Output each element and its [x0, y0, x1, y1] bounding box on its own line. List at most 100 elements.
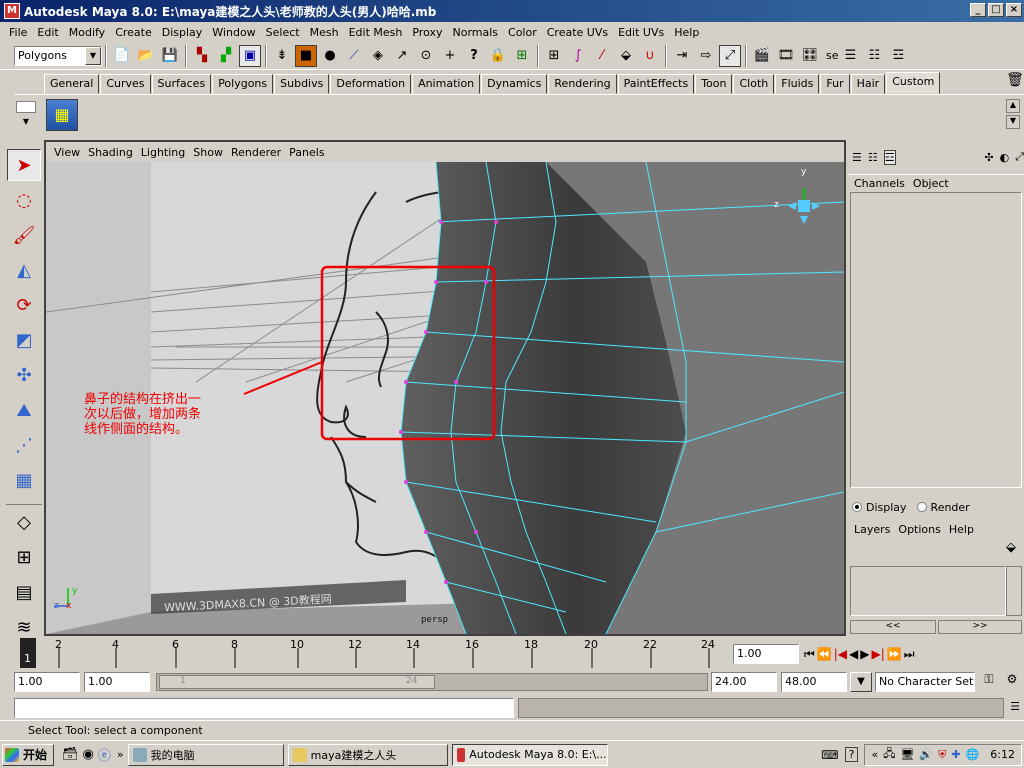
shelf-tab-curves[interactable]: Curves [100, 74, 151, 94]
universal-manipulator-icon[interactable]: ✣ [7, 359, 41, 391]
vp-menu-lighting[interactable]: Lighting [137, 146, 189, 159]
start-time-field[interactable]: 1.00 [14, 672, 80, 692]
go-to-start-icon[interactable]: ⏮ [804, 647, 815, 662]
time-slider[interactable]: 1 2 4 6 8 10 12 14 16 18 20 22 24 [14, 638, 730, 668]
menu-proxy[interactable]: Proxy [407, 26, 447, 39]
auto-key-icon[interactable]: ⚿ [978, 672, 1000, 692]
move-tool-icon[interactable]: ◭ [7, 254, 41, 286]
perspective-viewport[interactable]: View Shading Lighting Show Renderer Pane… [44, 140, 846, 636]
current-time-field[interactable]: 1.00 [733, 644, 799, 664]
menu-mesh[interactable]: Mesh [305, 26, 344, 39]
close-button[interactable]: × [1006, 3, 1022, 17]
menu-file[interactable]: File [4, 26, 32, 39]
render-radio[interactable] [916, 502, 927, 512]
task-my-computer[interactable]: 我的电脑 [127, 743, 284, 766]
open-scene-icon[interactable]: 📂 [135, 45, 157, 67]
layers-menu[interactable]: Layers [854, 523, 890, 536]
step-forward-frame-icon[interactable]: ▶| [872, 647, 885, 661]
select-object-icon[interactable]: ▞ [215, 45, 237, 67]
menu-modify[interactable]: Modify [64, 26, 110, 39]
shelf-tab-subdivs[interactable]: Subdivs [274, 74, 330, 94]
quick-launch-app-icon[interactable]: 🗃 [62, 747, 79, 762]
misc-mask-icon[interactable]: ? [463, 45, 485, 67]
menu-select[interactable]: Select [261, 26, 305, 39]
shelf-tab-cloth[interactable]: Cloth [733, 74, 775, 94]
custom-shelf-tool-icon[interactable]: ▦ [46, 99, 78, 131]
shelf-menu-icon[interactable] [16, 101, 36, 113]
output-ops-icon[interactable]: ⇨ [695, 45, 717, 67]
chevron-down-icon[interactable]: ▼ [85, 46, 101, 65]
show-manipulator-icon[interactable]: ⋰ [7, 429, 41, 461]
network-icon[interactable]: 🖧 [883, 745, 895, 764]
channel-box-icon[interactable]: ☲ [888, 45, 910, 67]
menu-edit-uvs[interactable]: Edit UVs [613, 26, 669, 39]
trash-icon[interactable]: 🗑 [1006, 72, 1024, 92]
vp-menu-show[interactable]: Show [189, 146, 227, 159]
channel-list[interactable] [850, 192, 1022, 488]
menu-display[interactable]: Display [157, 26, 208, 39]
minimize-button[interactable]: _ [970, 3, 986, 17]
scroll-right-button[interactable]: >> [938, 620, 1022, 634]
move-icon[interactable]: ✣ [984, 151, 993, 164]
snap-grid-icon[interactable]: ⊞ [543, 45, 565, 67]
sphere-icon[interactable]: ◐ [1000, 151, 1010, 164]
shelf-tab-toon[interactable]: Toon [695, 74, 733, 94]
shelf-scroll-up-icon[interactable]: ▲ [1006, 99, 1020, 113]
task-folder[interactable]: maya建模之人头 [287, 743, 448, 766]
play-backwards-icon[interactable]: ◀ [849, 647, 858, 661]
highlight-selection-icon[interactable]: ■ [295, 44, 317, 67]
shelf-tab-deformation[interactable]: Deformation [330, 74, 412, 94]
rotate-tool-icon[interactable]: ⟳ [7, 289, 41, 321]
paint-select-tool-icon[interactable]: 🖌 [7, 219, 41, 251]
shelf-tab-painteffects[interactable]: PaintEffects [617, 74, 695, 94]
end-time-field[interactable]: 48.00 [781, 672, 847, 692]
render-frame-icon[interactable]: 🎬 [751, 45, 773, 67]
script-editor-icon[interactable]: ☰ [1006, 700, 1024, 716]
edge-mask-icon[interactable]: ⟋ [343, 45, 365, 67]
clock[interactable]: 6:12 [990, 748, 1015, 761]
uv-mask-icon[interactable]: ↗ [391, 45, 413, 67]
viewcube-center[interactable] [798, 200, 810, 212]
internet-explorer-icon[interactable]: ⓔ [98, 745, 111, 764]
attribute-view-icon[interactable]: ☷ [868, 151, 878, 164]
sidebar-toggle-label[interactable]: se [826, 49, 839, 62]
attribute-editor-icon[interactable]: ☰ [840, 45, 862, 67]
display-radio[interactable] [852, 502, 862, 512]
keyboard-icon[interactable]: ⌨ [821, 748, 838, 762]
menu-window[interactable]: Window [207, 26, 260, 39]
menu-color[interactable]: Color [503, 26, 542, 39]
persp-outliner-layout-icon[interactable]: ▤ [7, 576, 41, 608]
security-icon[interactable]: ✚ [951, 748, 960, 761]
range-slider-track[interactable]: 1 24 [156, 673, 708, 691]
construction-history-icon[interactable]: ⤢ [719, 44, 741, 67]
menu-edit-mesh[interactable]: Edit Mesh [344, 26, 408, 39]
shelf-tab-general[interactable]: General [44, 74, 100, 94]
four-view-layout-icon[interactable]: ⊞ [7, 541, 41, 573]
handle-mask-icon[interactable]: + [439, 45, 461, 67]
object-menu[interactable]: Object [913, 177, 949, 190]
select-by-name-icon[interactable]: ⊞ [511, 45, 533, 67]
tool-settings-icon[interactable]: ☷ [864, 45, 886, 67]
select-component-icon[interactable]: ▣ [239, 44, 261, 67]
task-maya[interactable]: Autodesk Maya 8.0: E:\... [451, 743, 608, 766]
shelf-tab-polygons[interactable]: Polygons [212, 74, 274, 94]
start-button[interactable]: 开始 [2, 743, 55, 766]
render-globals-icon[interactable]: 🎛 [799, 45, 821, 67]
step-back-frame-icon[interactable]: |◀ [834, 647, 847, 661]
shelf-tab-hair[interactable]: Hair [850, 74, 886, 94]
channel-view-icon[interactable]: ☲ [883, 149, 896, 165]
input-ops-icon[interactable]: ⇥ [671, 45, 693, 67]
update-icon[interactable]: 🌐 [966, 748, 980, 761]
anim-prefs-icon[interactable]: ⚙ [1002, 672, 1022, 692]
snap-point-icon[interactable]: ⁄ [591, 45, 613, 67]
lasso-tool-icon[interactable]: ◌ [7, 184, 41, 216]
shelf-tab-surfaces[interactable]: Surfaces [151, 74, 212, 94]
list-view-icon[interactable]: ☰ [852, 151, 862, 164]
new-scene-icon[interactable]: 📄 [111, 45, 133, 67]
vertex-mask-icon[interactable]: ● [319, 45, 341, 67]
rotate-icon[interactable]: ⤢ [1015, 150, 1024, 164]
volume-icon[interactable]: 🔊 [919, 748, 933, 761]
menu-help[interactable]: Help [669, 26, 704, 39]
last-tool-used-icon[interactable]: ▦ [7, 464, 41, 496]
maximize-button[interactable]: □ [988, 3, 1004, 17]
